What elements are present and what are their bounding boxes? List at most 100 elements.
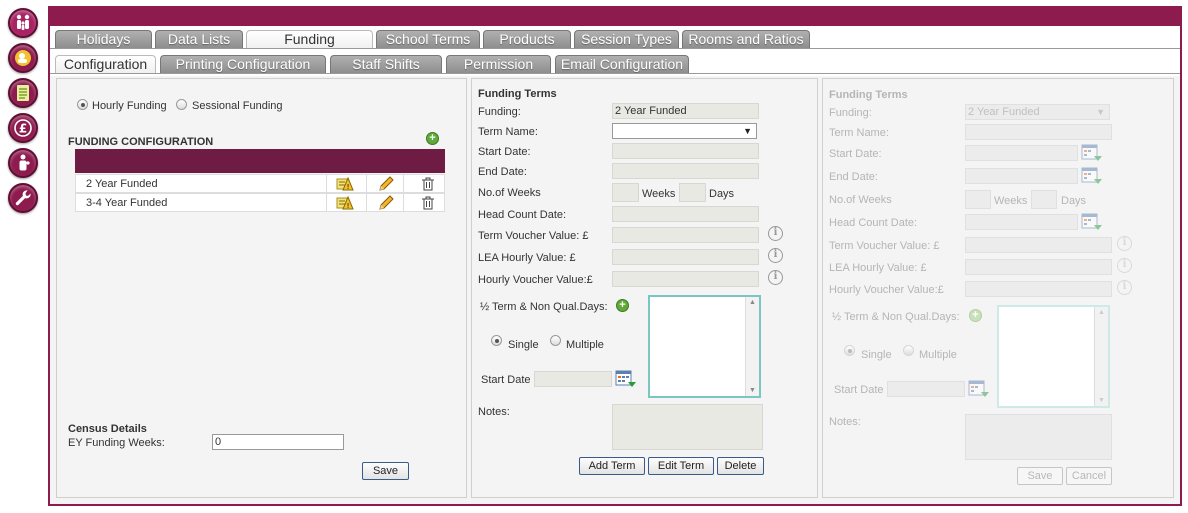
- hourly-voucher-input[interactable]: [612, 271, 759, 287]
- tab-permission[interactable]: Permission: [446, 55, 551, 73]
- add-half-term-icon[interactable]: +: [616, 299, 629, 312]
- funding-name: 2 Year Funded: [86, 178, 158, 190]
- child-icon[interactable]: [8, 43, 38, 73]
- calendar-icon: [968, 380, 989, 397]
- calendar-icon: [1081, 144, 1102, 161]
- info-icon[interactable]: i: [768, 248, 783, 263]
- info-icon: i: [1117, 258, 1132, 273]
- weeks-unit-label: Weeks: [642, 188, 676, 200]
- funding-value-field: 2 Year Funded: [612, 103, 759, 119]
- table-row[interactable]: 2 Year Funded !: [75, 174, 445, 193]
- end-date-input[interactable]: [612, 163, 759, 179]
- term-name-label: Term Name:: [829, 127, 889, 139]
- family-icon[interactable]: [8, 8, 38, 38]
- single-label: Single: [508, 339, 539, 351]
- save-button[interactable]: Save: [362, 462, 409, 480]
- weeks-input[interactable]: [612, 183, 639, 202]
- info-icon[interactable]: i: [768, 226, 783, 241]
- half-term-label: ½ Term & Non Qual.Days:: [832, 311, 960, 323]
- wrench-settings-icon[interactable]: [8, 183, 38, 213]
- scroll-up-icon[interactable]: ▲: [749, 299, 756, 306]
- calendar-icon[interactable]: [615, 370, 637, 388]
- term-name-select[interactable]: ▼: [612, 123, 757, 139]
- tab-products[interactable]: Products: [483, 30, 571, 48]
- notes-label: Notes:: [478, 406, 510, 418]
- tab-data-lists[interactable]: Data Lists: [155, 30, 243, 48]
- section-title: FUNDING CONFIGURATION: [68, 136, 214, 148]
- settings-window: Holidays Data Lists Funding School Terms…: [48, 6, 1182, 506]
- single-label: Single: [861, 349, 892, 361]
- days-input[interactable]: [679, 183, 706, 202]
- panel-title: Funding Terms: [478, 88, 557, 100]
- multiple-label: Multiple: [566, 339, 604, 351]
- no-of-weeks-label: No.of Weeks: [478, 187, 541, 199]
- app-icon-rail: £: [0, 0, 46, 513]
- multiple-radio[interactable]: [550, 335, 561, 346]
- tab-divider: [50, 73, 1180, 74]
- lea-hourly-input[interactable]: [612, 249, 759, 265]
- end-date-label: End Date:: [478, 166, 527, 178]
- info-icon: i: [1117, 280, 1132, 295]
- chevron-down-icon: ▼: [743, 126, 752, 136]
- pound-finance-icon[interactable]: £: [8, 113, 38, 143]
- scroll-down-icon[interactable]: ▼: [749, 387, 756, 394]
- funding-table-header: [75, 149, 445, 173]
- notes-textarea[interactable]: [612, 404, 763, 450]
- term-name-label: Term Name:: [478, 126, 538, 138]
- term-voucher-input[interactable]: [612, 227, 759, 243]
- start-date-input-2[interactable]: [534, 371, 612, 387]
- weeks-input-disabled: [965, 190, 991, 209]
- funding-label: Funding:: [829, 107, 872, 119]
- funding-label: Funding:: [478, 106, 521, 118]
- edit-term-button[interactable]: Edit Term: [648, 457, 714, 475]
- no-of-weeks-label: No.of Weeks: [829, 194, 892, 206]
- head-count-date-input[interactable]: [612, 206, 759, 222]
- term-voucher-input-disabled: [965, 237, 1112, 253]
- edit-pencil-icon[interactable]: [377, 176, 395, 192]
- hourly-voucher-label: Hourly Voucher Value:£: [478, 274, 593, 286]
- edit-pencil-icon[interactable]: [377, 195, 395, 211]
- delete-trash-icon[interactable]: [419, 195, 437, 211]
- tab-bar: Holidays Data Lists Funding School Terms…: [50, 26, 1180, 76]
- staff-icon[interactable]: [8, 148, 38, 178]
- tab-holidays[interactable]: Holidays: [55, 30, 152, 48]
- term-name-input-disabled: [965, 124, 1112, 140]
- ey-funding-weeks-input[interactable]: 0: [212, 434, 344, 450]
- sessional-funding-radio[interactable]: [176, 99, 187, 110]
- single-radio[interactable]: [491, 335, 502, 346]
- half-term-dates-list-disabled: ▲ ▼: [997, 305, 1110, 408]
- cancel-button-disabled: Cancel: [1066, 467, 1112, 485]
- term-voucher-label: Term Voucher Value: £: [478, 230, 589, 242]
- info-icon: i: [1117, 236, 1132, 251]
- funding-details-icon[interactable]: !: [336, 176, 354, 192]
- start-date-input-2-disabled: [887, 381, 965, 397]
- delete-trash-icon[interactable]: [419, 176, 437, 192]
- funding-details-icon[interactable]: !: [336, 195, 354, 211]
- add-half-term-icon: +: [969, 309, 982, 322]
- table-row[interactable]: 3-4 Year Funded !: [75, 193, 445, 212]
- tab-staff-shifts[interactable]: Staff Shifts: [330, 55, 442, 73]
- hourly-funding-radio[interactable]: [77, 99, 88, 110]
- tab-funding[interactable]: Funding: [246, 30, 373, 48]
- tab-rooms-and-ratios[interactable]: Rooms and Ratios: [682, 30, 810, 48]
- add-funding-icon[interactable]: +: [426, 132, 439, 145]
- tab-printing-configuration[interactable]: Printing Configuration: [160, 55, 326, 73]
- half-term-dates-list[interactable]: ▲ ▼: [648, 295, 761, 398]
- hourly-voucher-input-disabled: [965, 281, 1112, 297]
- scrollbar[interactable]: ▲ ▼: [745, 297, 759, 396]
- multiple-label: Multiple: [919, 349, 957, 361]
- tab-session-types[interactable]: Session Types: [574, 30, 679, 48]
- tab-email-configuration[interactable]: Email Configuration: [555, 55, 689, 73]
- register-list-icon[interactable]: [8, 78, 38, 108]
- tab-school-terms[interactable]: School Terms: [376, 30, 480, 48]
- save-button-disabled: Save: [1017, 467, 1063, 485]
- notes-label: Notes:: [829, 416, 861, 428]
- term-voucher-label: Term Voucher Value: £: [829, 240, 940, 252]
- tab-configuration[interactable]: Configuration: [55, 55, 156, 73]
- delete-term-button[interactable]: Delete: [717, 457, 764, 475]
- tab-divider: [50, 48, 1180, 49]
- single-radio: [844, 345, 855, 356]
- add-term-button[interactable]: Add Term: [579, 457, 645, 475]
- info-icon[interactable]: i: [768, 270, 783, 285]
- start-date-input[interactable]: [612, 143, 759, 159]
